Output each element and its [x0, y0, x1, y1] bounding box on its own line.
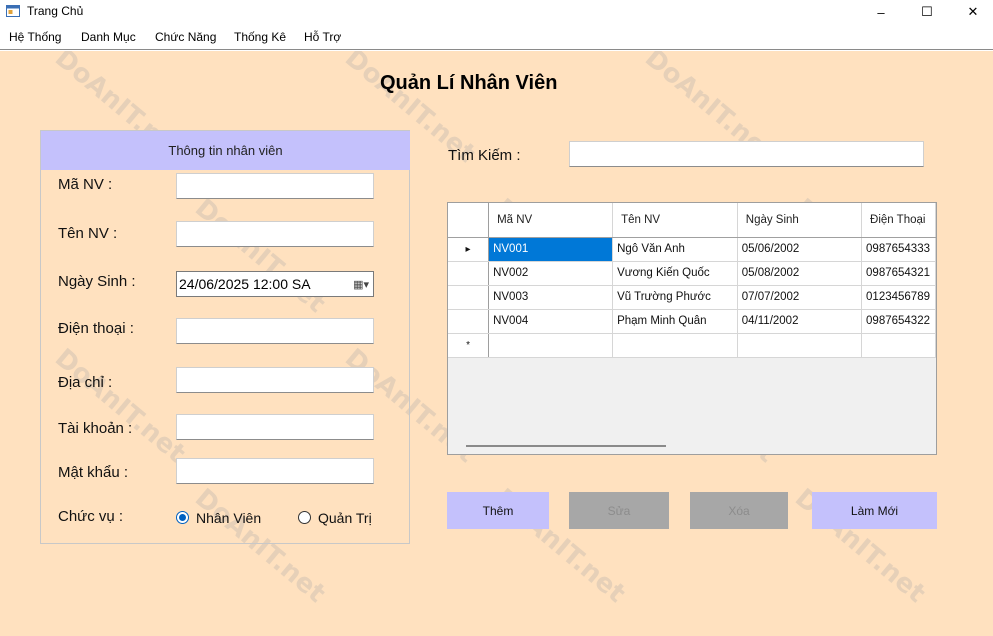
new-row-icon[interactable]: * — [448, 333, 490, 358]
table-cell[interactable]: NV003 — [488, 285, 614, 310]
row-header[interactable] — [448, 261, 490, 286]
edit-button[interactable]: Sửa — [569, 492, 669, 529]
maximize-icon: ☐ — [921, 4, 933, 19]
main-content: DoAnIT.net DoAnIT.net DoAnIT.net DoAnIT.… — [0, 51, 993, 636]
radio-nhan-vien[interactable] — [176, 511, 189, 524]
table-cell[interactable] — [612, 333, 738, 358]
ngay-sinh-label: Ngày Sinh : — [58, 273, 136, 290]
dia-chi-input[interactable] — [176, 367, 374, 393]
radio-quan-tri-label[interactable]: Quản Trị — [318, 510, 372, 526]
grid-header-row: Mã NV Tên NV Ngày Sinh Điện Thoại — [448, 203, 936, 238]
employee-data-grid[interactable]: Mã NV Tên NV Ngày Sinh Điện Thoại ▸ NV00… — [447, 202, 937, 455]
menu-danh-muc[interactable]: Danh Mục — [81, 30, 136, 44]
row-header[interactable] — [448, 285, 490, 310]
table-cell[interactable] — [861, 333, 936, 358]
menu-bar: Hệ Thống Danh Mục Chức Năng Thống Kê Hỗ … — [0, 26, 993, 50]
table-cell[interactable]: 0987654333 — [861, 237, 936, 262]
table-cell[interactable]: Ngô Văn Anh — [612, 237, 738, 262]
menu-ho-tro[interactable]: Hỗ Trợ — [304, 30, 341, 44]
radio-quan-tri[interactable] — [298, 511, 311, 524]
dia-chi-label: Địa chỉ : — [58, 374, 113, 391]
chuc-vu-label: Chức vụ : — [58, 508, 124, 525]
minimize-icon: – — [877, 4, 885, 20]
table-cell[interactable]: 0123456789 — [861, 285, 936, 310]
table-cell[interactable]: Phạm Minh Quân — [612, 309, 738, 334]
current-row-icon[interactable]: ▸ — [448, 237, 490, 262]
close-button[interactable]: ✕ — [950, 0, 993, 24]
column-header-ma-nv[interactable]: Mã NV — [488, 203, 614, 238]
table-cell[interactable]: 04/11/2002 — [737, 309, 863, 334]
page-title: Quản Lí Nhân Viên — [380, 72, 558, 94]
mat-khau-input[interactable] — [176, 458, 374, 484]
ma-nv-label: Mã NV : — [58, 176, 113, 193]
menu-he-thong[interactable]: Hệ Thống — [9, 30, 61, 44]
table-cell[interactable]: 05/06/2002 — [737, 237, 863, 262]
table-cell[interactable]: NV002 — [488, 261, 614, 286]
table-cell[interactable] — [737, 333, 863, 358]
ten-nv-label: Tên NV : — [58, 225, 118, 242]
menu-thong-ke[interactable]: Thống Kê — [234, 30, 286, 44]
table-cell[interactable]: 0987654322 — [861, 309, 936, 334]
tai-khoan-label: Tài khoản : — [58, 420, 133, 437]
employee-info-group: Thông tin nhân viên Mã NV : Tên NV : Ngà… — [40, 130, 410, 544]
calendar-dropdown-icon[interactable]: ▦▾ — [353, 278, 369, 291]
table-row[interactable]: NV003 Vũ Trường Phước 07/07/2002 0123456… — [448, 285, 936, 310]
column-header-dien-thoai[interactable]: Điện Thoại — [861, 203, 936, 238]
group-header: Thông tin nhân viên — [41, 131, 410, 170]
ma-nv-input[interactable] — [176, 173, 374, 199]
radio-nhan-vien-label[interactable]: Nhân Viên — [196, 510, 261, 526]
dien-thoai-label: Điện thoại : — [58, 320, 134, 337]
window-title: Trang Chủ — [27, 4, 84, 18]
menu-chuc-nang[interactable]: Chức Năng — [155, 30, 216, 44]
column-header-ngay-sinh[interactable]: Ngày Sinh — [737, 203, 863, 238]
title-bar: Trang Chủ – ☐ ✕ — [0, 0, 993, 24]
new-row[interactable]: * — [448, 333, 936, 358]
add-button[interactable]: Thêm — [447, 492, 549, 529]
row-header[interactable] — [448, 309, 490, 334]
mat-khau-label: Mật khẩu : — [58, 464, 129, 481]
minimize-button[interactable]: – — [858, 0, 904, 24]
date-value: 24/06/2025 12:00 SA — [179, 276, 311, 292]
delete-button[interactable]: Xóa — [690, 492, 788, 529]
dien-thoai-input[interactable] — [176, 318, 374, 344]
table-cell[interactable]: 0987654321 — [861, 261, 936, 286]
search-input[interactable] — [569, 141, 924, 167]
horizontal-scrollbar[interactable] — [466, 445, 666, 447]
ten-nv-input[interactable] — [176, 221, 374, 247]
table-cell[interactable]: 05/08/2002 — [737, 261, 863, 286]
table-row[interactable]: ▸ NV001 Ngô Văn Anh 05/06/2002 098765433… — [448, 237, 936, 262]
table-row[interactable]: NV004 Phạm Minh Quân 04/11/2002 09876543… — [448, 309, 936, 334]
table-row[interactable]: NV002 Vương Kiến Quốc 05/08/2002 0987654… — [448, 261, 936, 286]
ngay-sinh-datepicker[interactable]: 24/06/2025 12:00 SA ▦▾ — [176, 271, 374, 297]
tai-khoan-input[interactable] — [176, 414, 374, 440]
table-cell[interactable]: NV001 — [488, 237, 614, 262]
table-cell[interactable]: Vương Kiến Quốc — [612, 261, 738, 286]
table-cell[interactable]: NV004 — [488, 309, 614, 334]
app-form-icon — [6, 5, 20, 17]
table-cell[interactable]: Vũ Trường Phước — [612, 285, 738, 310]
table-cell[interactable]: 07/07/2002 — [737, 285, 863, 310]
close-icon: ✕ — [967, 4, 979, 19]
column-header-ten-nv[interactable]: Tên NV — [612, 203, 738, 238]
row-header-corner[interactable] — [448, 203, 490, 238]
maximize-button[interactable]: ☐ — [904, 0, 950, 24]
search-label: Tìm Kiếm : — [448, 147, 521, 164]
refresh-button[interactable]: Làm Mới — [812, 492, 937, 529]
table-cell[interactable] — [488, 333, 614, 358]
